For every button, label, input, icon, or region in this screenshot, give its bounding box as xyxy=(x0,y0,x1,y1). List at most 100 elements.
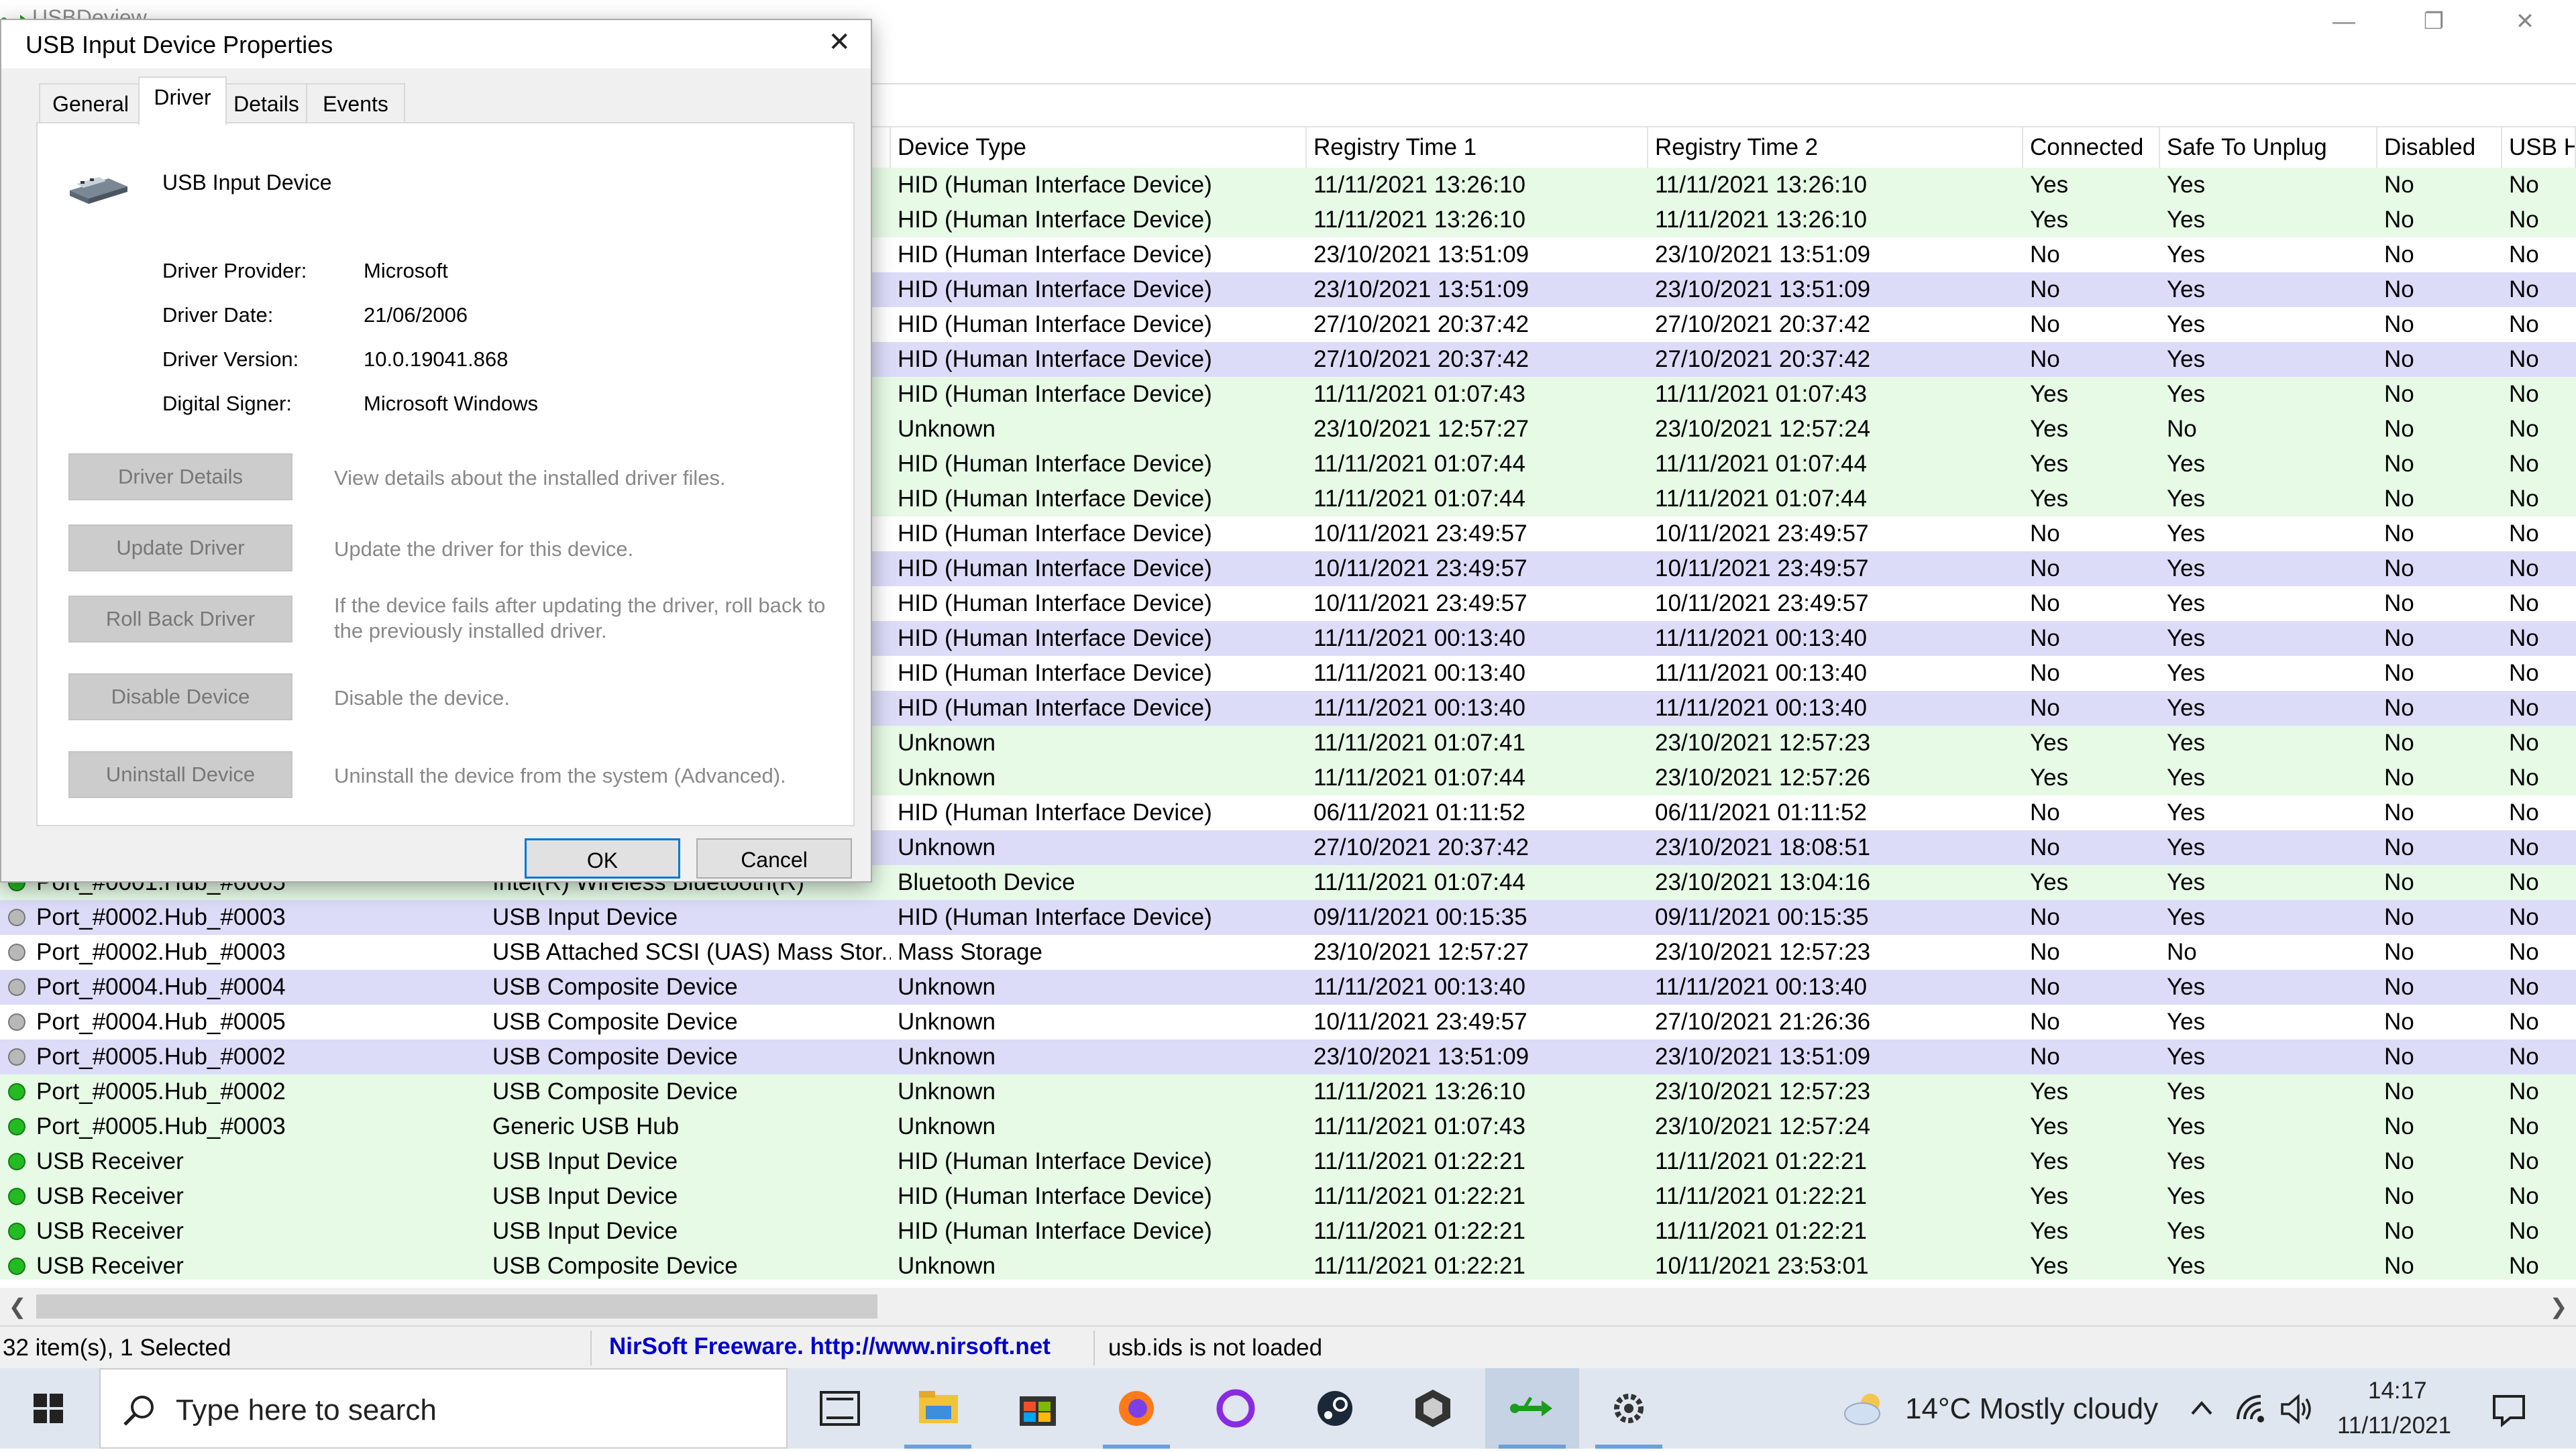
tab-details[interactable]: Details xyxy=(223,83,310,123)
ok-button[interactable]: OK xyxy=(525,838,680,879)
device-type-cell: HID (Human Interface Device) xyxy=(898,590,1212,616)
connected-cell: Yes xyxy=(2030,381,2069,407)
minimize-button[interactable]: — xyxy=(2304,3,2384,40)
status-usbids: usb.ids is not loaded xyxy=(1108,1335,1323,1361)
device-type-cell: HID (Human Interface Device) xyxy=(898,625,1212,651)
device-type-cell: HID (Human Interface Device) xyxy=(898,276,1212,302)
scrollbar-thumb[interactable] xyxy=(36,1294,877,1319)
device-type-cell: HID (Human Interface Device) xyxy=(898,695,1212,721)
clock-date[interactable]: 11/11/2021 xyxy=(2337,1412,2451,1439)
taskbar-firefox-button[interactable] xyxy=(1089,1368,1183,1449)
taskbar-steam-button[interactable] xyxy=(1288,1368,1382,1449)
device-type-cell: Unknown xyxy=(898,765,996,791)
table-row[interactable]: Port_#0002.Hub_#0003 USB Input Device HID … xyxy=(0,900,2576,935)
device-name-cell: Port_#0004.Hub_#0004 xyxy=(36,974,286,1000)
column-header[interactable]: Device Type xyxy=(891,127,1307,168)
taskbar-usbdeview-button[interactable] xyxy=(1485,1368,1579,1449)
table-row[interactable]: Port_#0005.Hub_#0002 USB Composite Device… xyxy=(0,1074,2576,1109)
disabled-cell: No xyxy=(2384,381,2414,407)
taskbar-settings-button[interactable] xyxy=(1582,1368,1676,1449)
column-header[interactable]: Registry Time 2 xyxy=(1648,127,2023,168)
taskbar-file-explorer-button[interactable] xyxy=(891,1368,985,1449)
table-row[interactable]: USB Receiver USB Input Device HID (Human I… xyxy=(0,1179,2576,1214)
registry-time-1-cell: 11/11/2021 13:26:10 xyxy=(1313,207,1525,233)
table-row[interactable]: USB Receiver USB Input Device HID (Human I… xyxy=(0,1214,2576,1249)
description-cell: USB Composite Device xyxy=(492,1078,738,1105)
disable-device-desc: Disable the device. xyxy=(334,686,510,710)
close-button[interactable]: ✕ xyxy=(2485,3,2565,40)
status-dot-icon xyxy=(8,1223,25,1240)
show-hidden-icons-icon[interactable] xyxy=(2188,1395,2215,1422)
status-dot-icon xyxy=(8,1188,25,1205)
usb-hub-cell: No xyxy=(2509,869,2539,895)
driver-details-button[interactable]: Driver Details xyxy=(68,453,292,500)
table-row[interactable]: Port_#0005.Hub_#0002 USB Composite Device… xyxy=(0,1040,2576,1074)
table-row[interactable]: USB Receiver USB Composite Device Unknown 1… xyxy=(0,1249,2576,1280)
taskbar-cortana-button[interactable] xyxy=(1189,1368,1283,1449)
registry-time-2-cell: 23/10/2021 12:57:23 xyxy=(1655,939,1871,965)
table-row[interactable]: Port_#0004.Hub_#0004 USB Composite Device… xyxy=(0,970,2576,1005)
column-header[interactable]: USB H xyxy=(2502,127,2576,168)
nirsoft-link[interactable]: NirSoft Freeware. http://www.nirsoft.net xyxy=(609,1333,1051,1360)
registry-time-1-cell: 27/10/2021 20:37:42 xyxy=(1313,346,1529,372)
running-indicator xyxy=(1595,1445,1662,1449)
registry-time-2-cell: 23/10/2021 12:57:24 xyxy=(1655,416,1871,442)
registry-time-2-cell: 09/11/2021 00:15:35 xyxy=(1655,904,1869,930)
usb-hub-cell: No xyxy=(2509,276,2539,302)
status-dot-icon xyxy=(8,1048,25,1066)
scroll-right-icon[interactable]: ❯ xyxy=(2541,1288,2576,1325)
description-cell: USB Input Device xyxy=(492,1183,678,1209)
network-icon[interactable] xyxy=(2234,1392,2267,1426)
tab-events[interactable]: Events xyxy=(306,83,405,123)
tab-driver[interactable]: Driver xyxy=(138,76,227,125)
task-view-icon xyxy=(820,1391,860,1426)
horizontal-scrollbar[interactable]: ❮ ❯ xyxy=(0,1288,2576,1325)
safe-to-unplug-cell: Yes xyxy=(2167,730,2206,756)
registry-time-1-cell: 09/11/2021 00:15:35 xyxy=(1313,904,1527,930)
disabled-cell: No xyxy=(2384,590,2414,616)
safe-to-unplug-cell: Yes xyxy=(2167,590,2206,616)
clock-time[interactable]: 14:17 xyxy=(2368,1378,2427,1404)
restore-button[interactable]: ❐ xyxy=(2394,3,2474,40)
status-dot-icon xyxy=(8,979,25,996)
device-type-cell: HID (Human Interface Device) xyxy=(898,660,1212,686)
update-driver-button[interactable]: Update Driver xyxy=(68,524,292,571)
volume-icon[interactable] xyxy=(2279,1392,2316,1426)
table-row[interactable]: Port_#0004.Hub_#0005 USB Composite Device… xyxy=(0,1005,2576,1040)
table-row[interactable]: Port_#0002.Hub_#0003 USB Attached SCSI (U… xyxy=(0,935,2576,970)
usb-hub-cell: No xyxy=(2509,1044,2539,1070)
settings-icon xyxy=(1614,1394,1644,1423)
weather-text[interactable]: 14°C Mostly cloudy xyxy=(1905,1392,2158,1426)
registry-time-1-cell: 11/11/2021 01:22:21 xyxy=(1313,1148,1525,1174)
disabled-cell: No xyxy=(2384,799,2414,826)
tab-general[interactable]: General xyxy=(39,83,142,123)
disabled-cell: No xyxy=(2384,451,2414,477)
column-header[interactable]: Connected xyxy=(2023,127,2160,168)
safe-to-unplug-cell: Yes xyxy=(2167,1218,2206,1244)
taskbar-unity-button[interactable] xyxy=(1386,1368,1480,1449)
uninstall-device-button[interactable]: Uninstall Device xyxy=(68,751,292,798)
cancel-button[interactable]: Cancel xyxy=(696,838,852,879)
dialog-close-icon[interactable]: ✕ xyxy=(828,27,851,58)
taskbar-task-view-button[interactable] xyxy=(793,1368,887,1449)
table-row[interactable]: Port_#0005.Hub_#0003 Generic USB Hub Unkno… xyxy=(0,1109,2576,1144)
column-header[interactable]: Disabled xyxy=(2377,127,2502,168)
usb-hub-cell: No xyxy=(2509,590,2539,616)
description-cell: USB Composite Device xyxy=(492,1009,738,1035)
scroll-left-icon[interactable]: ❮ xyxy=(0,1288,35,1325)
update-driver-desc: Update the driver for this device. xyxy=(334,537,634,561)
roll-back-driver-button[interactable]: Roll Back Driver xyxy=(68,596,292,643)
safe-to-unplug-cell: Yes xyxy=(2167,1253,2206,1279)
action-center-icon[interactable] xyxy=(2490,1391,2528,1429)
disable-device-button[interactable]: Disable Device xyxy=(68,673,292,720)
registry-time-1-cell: 11/11/2021 01:07:44 xyxy=(1313,486,1525,512)
digital-signer-label: Digital Signer: xyxy=(162,392,292,415)
disabled-cell: No xyxy=(2384,486,2414,512)
table-row[interactable]: USB Receiver USB Input Device HID (Human I… xyxy=(0,1144,2576,1179)
start-button[interactable] xyxy=(0,1368,97,1449)
taskbar-microsoft-store-button[interactable] xyxy=(990,1368,1084,1449)
connected-cell: No xyxy=(2030,346,2060,372)
column-header[interactable]: Safe To Unplug xyxy=(2160,127,2377,168)
column-header[interactable]: Registry Time 1 xyxy=(1307,127,1648,168)
taskbar-search-box[interactable]: Type here to search xyxy=(99,1368,788,1449)
